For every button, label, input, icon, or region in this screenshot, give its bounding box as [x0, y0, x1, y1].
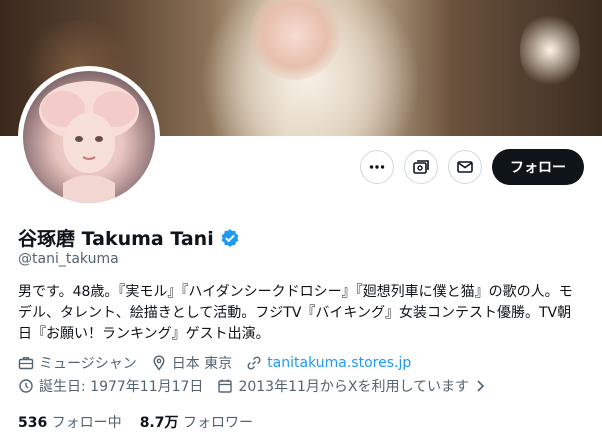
handle: @tani_takuma: [18, 251, 119, 267]
website-item[interactable]: tanitakuma.stores.jp: [246, 355, 411, 371]
joined-item[interactable]: 2013年11月からXを利用しています: [217, 376, 486, 396]
website-link[interactable]: tanitakuma.stores.jp: [267, 355, 411, 371]
birthday-item: 誕生日: 1977年11月17日: [18, 376, 203, 396]
verified-badge-icon[interactable]: [220, 228, 240, 248]
birthday-icon: [19, 379, 33, 393]
message-icon: [457, 161, 473, 173]
joined-text[interactable]: 2013年11月からXを利用しています: [238, 376, 469, 396]
profile-actions: フォロー: [360, 149, 584, 185]
category-item: ミュージシャン: [18, 353, 137, 373]
location-text: 日本 東京: [171, 356, 233, 372]
category-text: ミュージシャン: [39, 356, 137, 372]
display-name: 谷琢磨 Takuma Tani: [18, 228, 214, 250]
location-icon: [153, 355, 165, 371]
location-item: 日本 東京: [151, 353, 232, 373]
profile-meta-row-1: ミュージシャン 日本 東京 tanitakuma.stores.jp: [18, 353, 411, 373]
subscribe-button[interactable]: [404, 150, 438, 184]
message-button[interactable]: [448, 150, 482, 184]
follow-stats: 536 フォロー中 8.7万 フォロワー: [18, 412, 253, 432]
briefcase-icon: [18, 357, 34, 370]
following-count: 536: [18, 415, 48, 431]
following-stat[interactable]: 536 フォロー中: [18, 412, 122, 432]
avatar[interactable]: [23, 71, 155, 203]
display-name-row: 谷琢磨 Takuma Tani: [18, 224, 240, 251]
calendar-icon: [218, 379, 233, 393]
subscribe-icon: [413, 160, 429, 174]
link-icon: [247, 356, 261, 370]
chevron-right-icon: [477, 380, 485, 392]
birthday-text: 誕生日: 1977年11月17日: [39, 379, 204, 395]
profile-meta-row-2: 誕生日: 1977年11月17日 2013年11月からXを利用しています: [18, 376, 486, 396]
more-button[interactable]: [360, 150, 394, 184]
following-label: フォロー中: [51, 415, 122, 431]
more-icon: [369, 165, 385, 169]
followers-label: フォロワー: [182, 415, 253, 431]
avatar-image: [39, 81, 139, 203]
follow-button[interactable]: フォロー: [492, 149, 584, 185]
bio: 男です。48歳。『実モル』『ハイダンシークドロシー』『廻想列車に僕と猫』の歌の人…: [18, 284, 573, 342]
followers-stat[interactable]: 8.7万 フォロワー: [140, 412, 253, 432]
followers-count: 8.7万: [139, 415, 179, 431]
